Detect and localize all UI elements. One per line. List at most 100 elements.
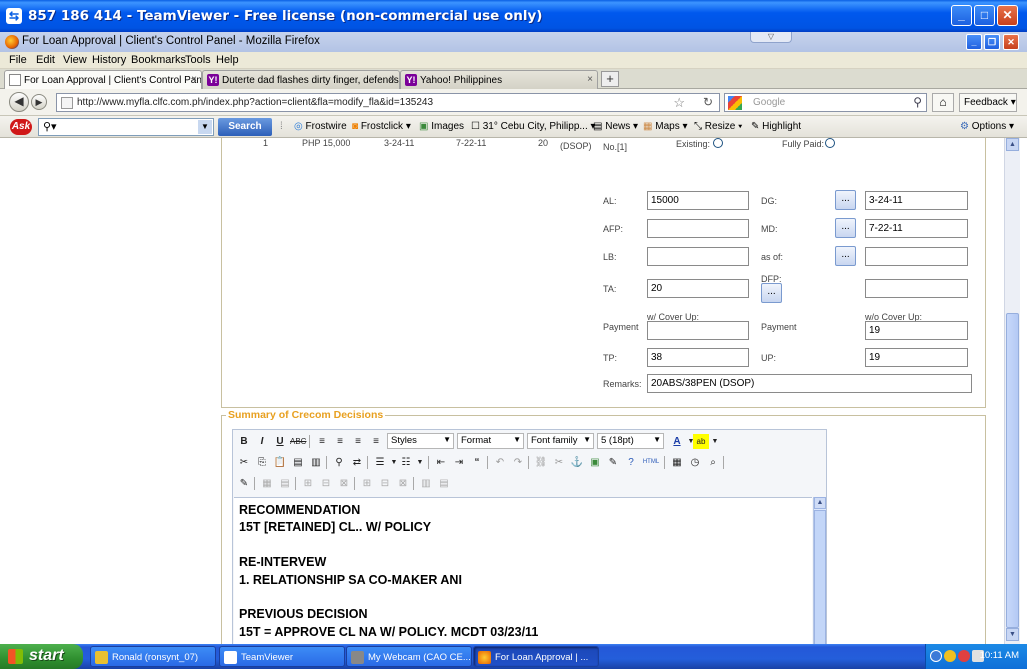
align-center-icon[interactable]: ≡ — [332, 434, 348, 449]
col-after-icon[interactable]: ⊟ — [377, 476, 393, 491]
paste-text-icon[interactable]: ▤ — [290, 455, 306, 470]
preview-icon[interactable]: ⌕ — [705, 455, 721, 470]
ff-minimize-button[interactable]: _ — [966, 34, 982, 50]
ask-search-input[interactable]: ⚲▾ ▼ — [38, 118, 214, 136]
dg-input[interactable]: 3-24-11 — [865, 191, 968, 210]
help-icon[interactable]: ? — [623, 455, 639, 470]
teamviewer-panel-handle[interactable]: ▽ — [750, 32, 792, 43]
dropdown-arrow-icon[interactable]: ▼ — [707, 434, 723, 449]
scroll-up-icon[interactable]: ▲ — [1006, 138, 1019, 151]
md-picker-button[interactable]: ... — [835, 218, 856, 238]
back-button[interactable]: ◀ — [9, 92, 29, 112]
scroll-thumb[interactable] — [1006, 313, 1019, 628]
task-teamviewer[interactable]: TeamViewer — [219, 646, 345, 667]
col-before-icon[interactable]: ⊞ — [359, 476, 375, 491]
scroll-down-icon[interactable]: ▼ — [1006, 628, 1019, 641]
home-button[interactable]: ⌂ — [932, 93, 954, 112]
afp-input[interactable] — [647, 219, 749, 238]
toolbar-item-news[interactable]: ▤ News ▾ — [593, 121, 638, 132]
up-input[interactable]: 19 — [865, 348, 968, 367]
image-icon[interactable]: ▣ — [587, 455, 603, 470]
outdent-icon[interactable]: ⇤ — [433, 455, 449, 470]
fully-paid-radio[interactable] — [825, 138, 835, 148]
toolbar-item-frostwire[interactable]: ◎ Frostwire — [294, 121, 347, 132]
tray-expand-icon[interactable] — [930, 650, 942, 662]
tab-close-icon[interactable]: × — [389, 74, 395, 85]
menu-help[interactable]: Help — [216, 54, 239, 66]
toolbar-item-frostclick[interactable]: ◙ Frostclick ▾ — [352, 121, 411, 132]
strikethrough-button[interactable]: ABC — [290, 434, 306, 449]
anchor-icon[interactable]: ⚓ — [569, 455, 585, 470]
messenger-tray-icon[interactable] — [944, 650, 956, 662]
bold-button[interactable]: B — [236, 434, 252, 449]
menu-edit[interactable]: Edit — [36, 54, 55, 66]
dropdown-arrow-icon[interactable]: ▼ — [412, 455, 428, 470]
align-left-icon[interactable]: ≡ — [314, 434, 330, 449]
toolbar-item-highlight[interactable]: ✎ Highlight — [751, 121, 801, 132]
paste-word-icon[interactable]: ▥ — [308, 455, 324, 470]
minimize-button[interactable]: _ — [951, 5, 972, 26]
toolbar-item-weather[interactable]: ☐ 31° Cebu City, Philipp... ▾ — [471, 121, 596, 132]
editor-content[interactable]: RECOMMENDATION 15T [RETAINED] CL.. W/ PO… — [234, 497, 812, 644]
insert-date-icon[interactable]: ▦ — [669, 455, 685, 470]
start-button[interactable]: start — [0, 644, 83, 669]
task-ronald[interactable]: Ronald (ronsynt_07) — [90, 646, 216, 667]
ta-input[interactable]: 20 — [647, 279, 749, 298]
as-of-input[interactable] — [865, 247, 968, 266]
menu-bookmarks[interactable]: Bookmarks — [131, 54, 186, 66]
magnifier-icon[interactable]: ⚲ — [913, 95, 922, 109]
forward-button[interactable]: ▶ — [31, 94, 47, 110]
lb-input[interactable] — [647, 247, 749, 266]
indent-icon[interactable]: ⇥ — [451, 455, 467, 470]
format-select[interactable]: Format ▼ — [457, 433, 524, 449]
toolbar-item-images[interactable]: ▣ Images — [419, 121, 464, 132]
delete-row-icon[interactable]: ⊠ — [336, 476, 352, 491]
paste-icon[interactable]: 📋 — [272, 455, 288, 470]
dropdown-arrow-icon[interactable]: ▼ — [198, 120, 212, 134]
toolbar-item-maps[interactable]: ▦ Maps ▾ — [643, 121, 688, 132]
w-cover-input[interactable] — [647, 321, 749, 340]
menu-view[interactable]: View — [63, 54, 87, 66]
align-right-icon[interactable]: ≡ — [350, 434, 366, 449]
row-before-icon[interactable]: ⊞ — [300, 476, 316, 491]
underline-button[interactable]: U — [272, 434, 288, 449]
align-justify-icon[interactable]: ≡ — [368, 434, 384, 449]
scroll-up-icon[interactable]: ▲ — [814, 497, 826, 509]
bookmark-star-icon[interactable]: ☆ — [673, 95, 685, 111]
tab-close-icon[interactable]: × — [587, 74, 593, 85]
ask-search-button[interactable]: Search — [218, 118, 272, 136]
dg-picker-button[interactable]: ... — [835, 190, 856, 210]
styles-select[interactable]: Styles ▼ — [387, 433, 454, 449]
toolbar-item-resize[interactable]: ⤡ Resize ▾ — [694, 121, 742, 132]
insert-time-icon[interactable]: ◷ — [687, 455, 703, 470]
edit-icon[interactable]: ✎ — [236, 476, 252, 491]
as-of-picker-button[interactable]: ... — [835, 246, 856, 266]
cut-icon[interactable]: ✂ — [236, 455, 252, 470]
reload-icon[interactable]: ↻ — [703, 95, 713, 109]
tab-loan-approval[interactable]: For Loan Approval | Client's Control Pan… — [4, 70, 202, 90]
undo-icon[interactable]: ↶ — [492, 455, 508, 470]
feedback-button[interactable]: Feedback ▾ — [959, 93, 1017, 112]
remarks-input[interactable]: 20ABS/38PEN (DSOP) — [647, 374, 972, 393]
dfp-input[interactable] — [865, 279, 968, 298]
menu-file[interactable]: File — [9, 54, 27, 66]
md-input[interactable]: 7-22-11 — [865, 219, 968, 238]
ff-close-button[interactable]: ✕ — [1003, 34, 1019, 50]
menu-tools[interactable]: Tools — [185, 54, 211, 66]
blockquote-icon[interactable]: “ — [469, 455, 485, 470]
redo-icon[interactable]: ↷ — [510, 455, 526, 470]
font-family-select[interactable]: Font family ▼ — [527, 433, 594, 449]
tray-app-icon[interactable] — [958, 650, 970, 662]
html-source-button[interactable]: HTML — [641, 455, 661, 470]
link-icon[interactable]: ⛓ — [533, 455, 549, 470]
existing-radio[interactable] — [713, 138, 723, 148]
delete-col-icon[interactable]: ⊠ — [395, 476, 411, 491]
task-webcam[interactable]: My Webcam (CAO CE... — [346, 646, 472, 667]
tp-input[interactable]: 38 — [647, 348, 749, 367]
row-after-icon[interactable]: ⊟ — [318, 476, 334, 491]
task-firefox[interactable]: For Loan Approval | ... — [473, 646, 599, 667]
menu-history[interactable]: History — [92, 54, 126, 66]
ask-logo[interactable]: Ask — [10, 119, 32, 135]
merge-cells-icon[interactable]: ▤ — [436, 476, 452, 491]
table-props-icon[interactable]: ▤ — [277, 476, 293, 491]
